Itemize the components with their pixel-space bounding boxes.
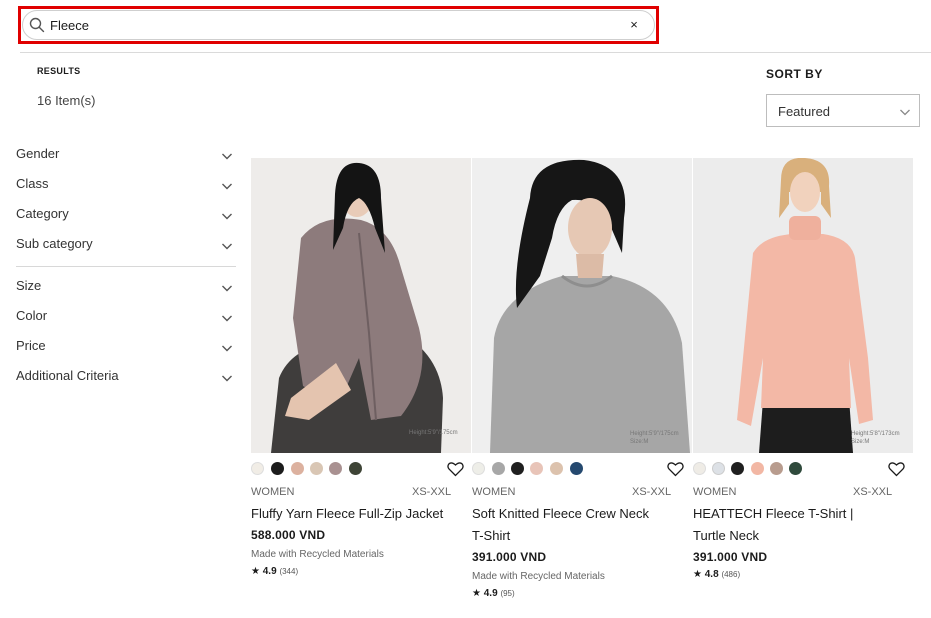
product-image[interactable]: Height:5'8"/173cm Size:M [693, 158, 913, 453]
model-caption: Height:5'9"/175cm Size:M [630, 431, 679, 445]
product-size-range: XS-XXL [632, 486, 672, 498]
rating-value: 4.9 [483, 588, 498, 599]
heart-icon[interactable] [667, 461, 684, 477]
product-card[interactable]: Height:5'9"/175cm WOMEN XS-XXL Fluffy Ya… [251, 158, 471, 577]
color-swatch[interactable] [751, 462, 764, 475]
product-gender: WOMEN [472, 486, 516, 498]
product-name[interactable]: Soft Knitted Fleece Crew Neck T-Shirt [472, 503, 662, 547]
color-swatch[interactable] [271, 462, 284, 475]
sort-selected-value: Featured [778, 104, 831, 119]
star-icon: ★ [251, 566, 260, 577]
results-count: 16 Item(s) [37, 93, 96, 108]
product-rating: ★ 4.9 (344) [251, 566, 298, 577]
chevron-down-icon [899, 105, 911, 117]
filter-additional-criteria[interactable]: Additional Criteria [16, 365, 236, 387]
color-swatch[interactable] [349, 462, 362, 475]
filter-sub-category[interactable]: Sub category [16, 233, 236, 255]
color-swatch[interactable] [492, 462, 505, 475]
product-size-range: XS-XXL [412, 486, 452, 498]
color-swatch[interactable] [251, 462, 264, 475]
filter-label: Price [16, 338, 46, 353]
review-count: (344) [279, 567, 299, 576]
filter-divider [16, 266, 236, 267]
heart-icon[interactable] [447, 461, 464, 477]
product-card[interactable]: Height:5'8"/173cm Size:M WOMEN XS-XXL HE… [693, 158, 913, 580]
color-swatch[interactable] [550, 462, 563, 475]
filter-label: Size [16, 278, 42, 293]
product-image[interactable]: Height:5'9"/175cm Size:M [472, 158, 692, 453]
product-price: 391.000 VND [472, 550, 547, 564]
sort-dropdown[interactable]: Featured [766, 94, 920, 127]
review-count: (95) [500, 589, 515, 598]
chevron-down-icon [221, 179, 233, 191]
product-gender: WOMEN [693, 486, 737, 498]
sort-by-label: SORT BY [766, 67, 823, 81]
clear-search-button[interactable]: × [626, 17, 642, 33]
results-label: RESULTS [37, 66, 81, 76]
filter-label: Color [16, 308, 48, 323]
color-swatch[interactable] [712, 462, 725, 475]
review-count: (486) [721, 570, 741, 579]
model-caption: Height:5'9"/175cm [409, 430, 458, 436]
product-rating: ★ 4.9 (95) [472, 588, 515, 599]
chevron-down-icon [221, 149, 233, 161]
color-swatch[interactable] [310, 462, 323, 475]
model-caption: Height:5'8"/173cm Size:M [851, 431, 900, 445]
filter-label: Category [16, 206, 69, 221]
product-note: Made with Recycled Materials [472, 571, 605, 582]
filter-label: Class [16, 176, 49, 191]
filter-category[interactable]: Category [16, 203, 236, 225]
product-image[interactable]: Height:5'9"/175cm [251, 158, 471, 453]
chevron-down-icon [221, 341, 233, 353]
color-swatch[interactable] [731, 462, 744, 475]
chevron-down-icon [221, 239, 233, 251]
star-icon: ★ [693, 569, 702, 580]
color-swatch[interactable] [291, 462, 304, 475]
chevron-down-icon [221, 281, 233, 293]
color-swatch[interactable] [511, 462, 524, 475]
filter-class[interactable]: Class [16, 173, 236, 195]
product-card[interactable]: Height:5'9"/175cm Size:M WOMEN XS-XXL So… [472, 158, 692, 599]
product-gender: WOMEN [251, 486, 295, 498]
chevron-down-icon [221, 371, 233, 383]
filter-price[interactable]: Price [16, 335, 236, 357]
header-divider [20, 52, 931, 53]
chevron-down-icon [221, 209, 233, 221]
chevron-down-icon [221, 311, 233, 323]
product-price: 588.000 VND [251, 528, 326, 542]
color-swatch[interactable] [789, 462, 802, 475]
color-swatch[interactable] [530, 462, 543, 475]
product-name[interactable]: HEATTECH Fleece T-Shirt | Turtle Neck [693, 503, 889, 547]
product-note: Made with Recycled Materials [251, 549, 384, 560]
color-swatch[interactable] [770, 462, 783, 475]
color-swatch[interactable] [472, 462, 485, 475]
filter-label: Gender [16, 146, 60, 161]
color-swatch[interactable] [693, 462, 706, 475]
product-size-range: XS-XXL [853, 486, 893, 498]
filter-label: Additional Criteria [16, 368, 119, 383]
search-input[interactable] [50, 15, 610, 35]
color-swatch[interactable] [329, 462, 342, 475]
filter-color[interactable]: Color [16, 305, 236, 327]
search-bar[interactable]: × [22, 10, 655, 40]
color-swatch[interactable] [570, 462, 583, 475]
rating-value: 4.8 [704, 569, 719, 580]
filter-gender[interactable]: Gender [16, 143, 236, 165]
rating-value: 4.9 [262, 566, 277, 577]
filter-size[interactable]: Size [16, 275, 236, 297]
search-icon[interactable] [29, 17, 45, 33]
product-price: 391.000 VND [693, 550, 768, 564]
star-icon: ★ [472, 588, 481, 599]
product-rating: ★ 4.8 (486) [693, 569, 740, 580]
product-name[interactable]: Fluffy Yarn Fleece Full-Zip Jacket [251, 503, 451, 525]
filter-label: Sub category [16, 236, 93, 251]
heart-icon[interactable] [888, 461, 905, 477]
